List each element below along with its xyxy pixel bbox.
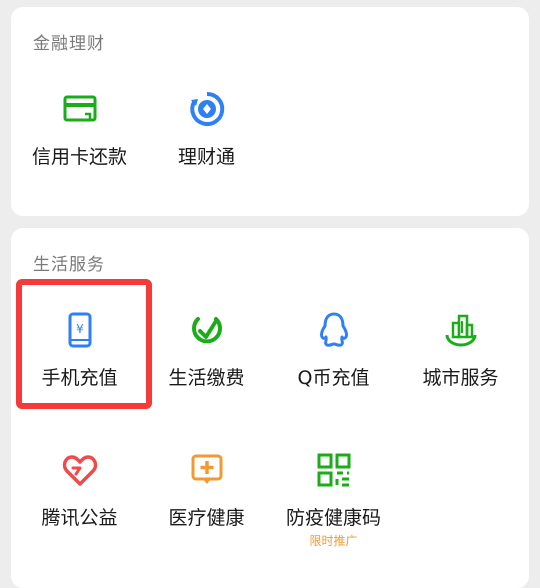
- qq-penguin-icon: [319, 312, 348, 347]
- service-label: 手机充值: [41, 367, 118, 389]
- promo-badge: 限时推广: [309, 534, 358, 548]
- life-services-section: 生活服务 ¥ 手机充值 生活缴费 Q币充值 城市服务 腾讯公益 医疗健康 防疫健…: [11, 228, 529, 588]
- service-label: 防疫健康码: [285, 507, 381, 529]
- service-label: 生活缴费: [168, 367, 245, 389]
- qr-code-icon: [317, 453, 350, 487]
- medical-cross-icon: [191, 454, 222, 484]
- wealth-icon: [189, 91, 224, 126]
- service-label: 医疗健康: [168, 507, 245, 529]
- mobile-topup-icon: ¥: [68, 312, 91, 348]
- service-label: Q币充值: [297, 367, 370, 389]
- service-label: 理财通: [177, 146, 235, 168]
- bill-payment-icon: [191, 317, 222, 344]
- service-credit-card-repayment[interactable]: 信用卡还款: [16, 90, 143, 210]
- credit-card-icon: [63, 95, 96, 122]
- svg-text:¥: ¥: [76, 322, 84, 336]
- service-q-coin-topup[interactable]: Q币充值: [270, 311, 397, 431]
- finance-section: 金融理财 信用卡还款 理财通: [11, 7, 529, 216]
- charity-heart-icon: [62, 455, 97, 486]
- service-label: 城市服务: [422, 367, 499, 389]
- service-bill-payment[interactable]: 生活缴费: [143, 311, 270, 431]
- service-tencent-charity[interactable]: 腾讯公益: [16, 451, 143, 571]
- service-city-services[interactable]: 城市服务: [397, 311, 524, 431]
- city-buildings-icon: [445, 314, 476, 347]
- service-label: 信用卡还款: [31, 146, 127, 168]
- service-medical-health[interactable]: 医疗健康: [143, 451, 270, 571]
- service-mobile-topup[interactable]: ¥ 手机充值: [16, 311, 143, 431]
- service-health-code[interactable]: 防疫健康码 限时推广: [270, 451, 397, 571]
- service-wealth-management[interactable]: 理财通: [143, 90, 270, 210]
- life-services-section-title: 生活服务: [33, 255, 105, 275]
- finance-section-title: 金融理财: [33, 34, 105, 54]
- service-label: 腾讯公益: [41, 507, 118, 529]
